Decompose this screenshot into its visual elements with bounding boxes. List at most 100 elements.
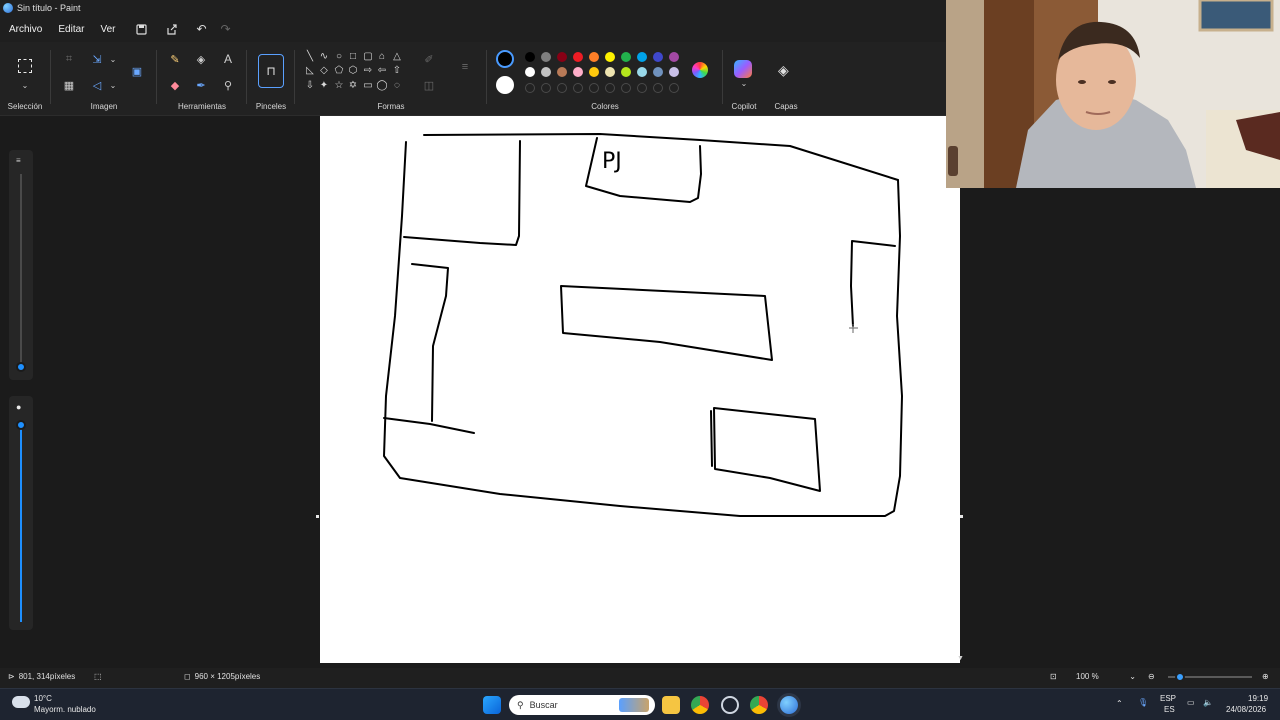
custom-color-slot[interactable]: [589, 83, 599, 93]
chrome-profile-icon[interactable]: [750, 696, 768, 714]
microphone-icon[interactable]: 🎙: [1138, 698, 1148, 707]
custom-color-slot[interactable]: [653, 83, 663, 93]
polygon-shape-icon[interactable]: ⌂: [376, 50, 388, 62]
opacity-slider[interactable]: ●: [9, 396, 33, 630]
color-swatch[interactable]: [525, 67, 535, 77]
menu-editar[interactable]: Editar: [50, 24, 92, 35]
color-swatch[interactable]: [669, 67, 679, 77]
arrow-up-shape-icon[interactable]: ⇧: [391, 64, 403, 76]
hexagon-shape-icon[interactable]: ⬡: [347, 64, 359, 76]
menu-ver[interactable]: Ver: [92, 24, 123, 35]
secondary-color-swatch[interactable]: [496, 76, 514, 94]
slider-knob[interactable]: [16, 420, 26, 430]
chevron-down-icon[interactable]: ⌄: [16, 76, 34, 94]
oval-shape-icon[interactable]: ○: [333, 50, 345, 62]
chevron-up-icon[interactable]: ⌃: [1116, 699, 1123, 708]
edit-colors-icon[interactable]: [692, 62, 708, 78]
share-icon[interactable]: [160, 18, 184, 40]
image-creator-icon[interactable]: ▣: [128, 62, 146, 80]
language-bottom[interactable]: ES: [1164, 705, 1175, 714]
color-swatch[interactable]: [525, 52, 535, 62]
custom-color-slot[interactable]: [573, 83, 583, 93]
weather-desc[interactable]: Mayorm. nublado: [34, 705, 96, 714]
color-swatch[interactable]: [589, 52, 599, 62]
resize-handle-right[interactable]: [960, 515, 963, 518]
crop-icon[interactable]: ⌗: [60, 50, 78, 68]
color-swatch[interactable]: [621, 52, 631, 62]
image-remove-background-icon[interactable]: ▦: [60, 76, 78, 94]
drawing-canvas[interactable]: PJ: [320, 116, 960, 663]
layers-icon[interactable]: ◈: [778, 62, 789, 79]
shape-size-icon[interactable]: ≡: [456, 58, 474, 76]
color-swatch[interactable]: [605, 67, 615, 77]
diamond-shape-icon[interactable]: ◇: [318, 64, 330, 76]
fill-icon[interactable]: ◫: [420, 76, 438, 94]
color-swatch[interactable]: [541, 67, 551, 77]
triangle-shape-icon[interactable]: △: [391, 50, 403, 62]
redo-icon[interactable]: ↷: [214, 18, 238, 40]
pencil-icon[interactable]: ✎: [166, 50, 184, 68]
zoom-dropdown[interactable]: 100 % ⌄: [1076, 672, 1136, 681]
callout-oval-shape-icon[interactable]: ◯: [376, 79, 388, 91]
chevron-down-icon[interactable]: ⌄: [104, 50, 122, 68]
custom-color-slot[interactable]: [605, 83, 615, 93]
file-explorer-icon[interactable]: [662, 696, 680, 714]
menu-archivo[interactable]: Archivo: [1, 24, 50, 35]
weather-cloud-icon[interactable]: [12, 696, 30, 708]
callout-rect-shape-icon[interactable]: ▭: [362, 79, 374, 91]
color-swatch[interactable]: [589, 67, 599, 77]
custom-color-slot[interactable]: [669, 83, 679, 93]
text-icon[interactable]: A: [219, 50, 237, 68]
resize-handle-bottom-right[interactable]: ▼: [957, 655, 964, 662]
chrome-icon[interactable]: [691, 696, 709, 714]
display-icon[interactable]: ▭: [1187, 698, 1195, 707]
language-top[interactable]: ESP: [1160, 694, 1176, 703]
fill-bucket-icon[interactable]: ◈: [192, 50, 210, 68]
color-swatch[interactable]: [605, 52, 615, 62]
arrow-down-shape-icon[interactable]: ⇩: [304, 79, 316, 91]
color-swatch[interactable]: [557, 52, 567, 62]
right-triangle-shape-icon[interactable]: ◺: [304, 64, 316, 76]
arrow-right-shape-icon[interactable]: ⇨: [362, 64, 374, 76]
zoom-in-icon[interactable]: ⊕: [1262, 672, 1269, 681]
brush-button[interactable]: ⊓: [258, 54, 284, 88]
custom-color-slot[interactable]: [621, 83, 631, 93]
primary-color-swatch[interactable]: [496, 50, 514, 68]
undo-icon[interactable]: ↶: [190, 18, 214, 40]
resize-handle-left[interactable]: [316, 515, 319, 518]
callout-cloud-shape-icon[interactable]: ◌: [391, 79, 403, 91]
windows-start-icon[interactable]: [483, 696, 501, 714]
color-swatch[interactable]: [573, 52, 583, 62]
custom-color-slot[interactable]: [541, 83, 551, 93]
fit-to-window-icon[interactable]: ⊡: [1050, 672, 1057, 681]
rounded-rectangle-shape-icon[interactable]: ▢: [362, 50, 374, 62]
eraser-icon[interactable]: ◆: [166, 76, 184, 94]
chevron-down-icon[interactable]: ⌄: [104, 76, 122, 94]
curve-shape-icon[interactable]: ∿: [318, 50, 330, 62]
color-picker-icon[interactable]: ✒: [192, 76, 210, 94]
settings-gear-icon[interactable]: [721, 696, 739, 714]
brush-size-slider[interactable]: ≡: [9, 150, 33, 380]
select-rectangle-icon[interactable]: [18, 59, 32, 73]
color-swatch[interactable]: [541, 52, 551, 62]
clock-date[interactable]: 24/08/2026: [1226, 705, 1266, 714]
paint-taskbar-icon[interactable]: [780, 696, 798, 714]
star-four-shape-icon[interactable]: ✦: [318, 79, 330, 91]
clock-time[interactable]: 19:19: [1248, 694, 1268, 703]
volume-icon[interactable]: 🔈: [1203, 698, 1213, 707]
color-swatch[interactable]: [669, 52, 679, 62]
color-swatch[interactable]: [653, 52, 663, 62]
outline-icon[interactable]: ✐: [420, 50, 438, 68]
chevron-down-icon[interactable]: ⌄: [735, 74, 753, 92]
custom-color-slot[interactable]: [557, 83, 567, 93]
color-swatch[interactable]: [637, 67, 647, 77]
zoom-slider-knob[interactable]: [1175, 672, 1185, 682]
color-swatch[interactable]: [621, 67, 631, 77]
star-five-shape-icon[interactable]: ☆: [333, 79, 345, 91]
rectangle-shape-icon[interactable]: □: [347, 50, 359, 62]
color-swatch[interactable]: [637, 52, 647, 62]
taskbar-search[interactable]: ⚲ Buscar: [509, 695, 655, 715]
weather-temp[interactable]: 10°C: [34, 694, 52, 703]
zoom-out-icon[interactable]: ⊖: [1148, 672, 1155, 681]
color-swatch[interactable]: [573, 67, 583, 77]
